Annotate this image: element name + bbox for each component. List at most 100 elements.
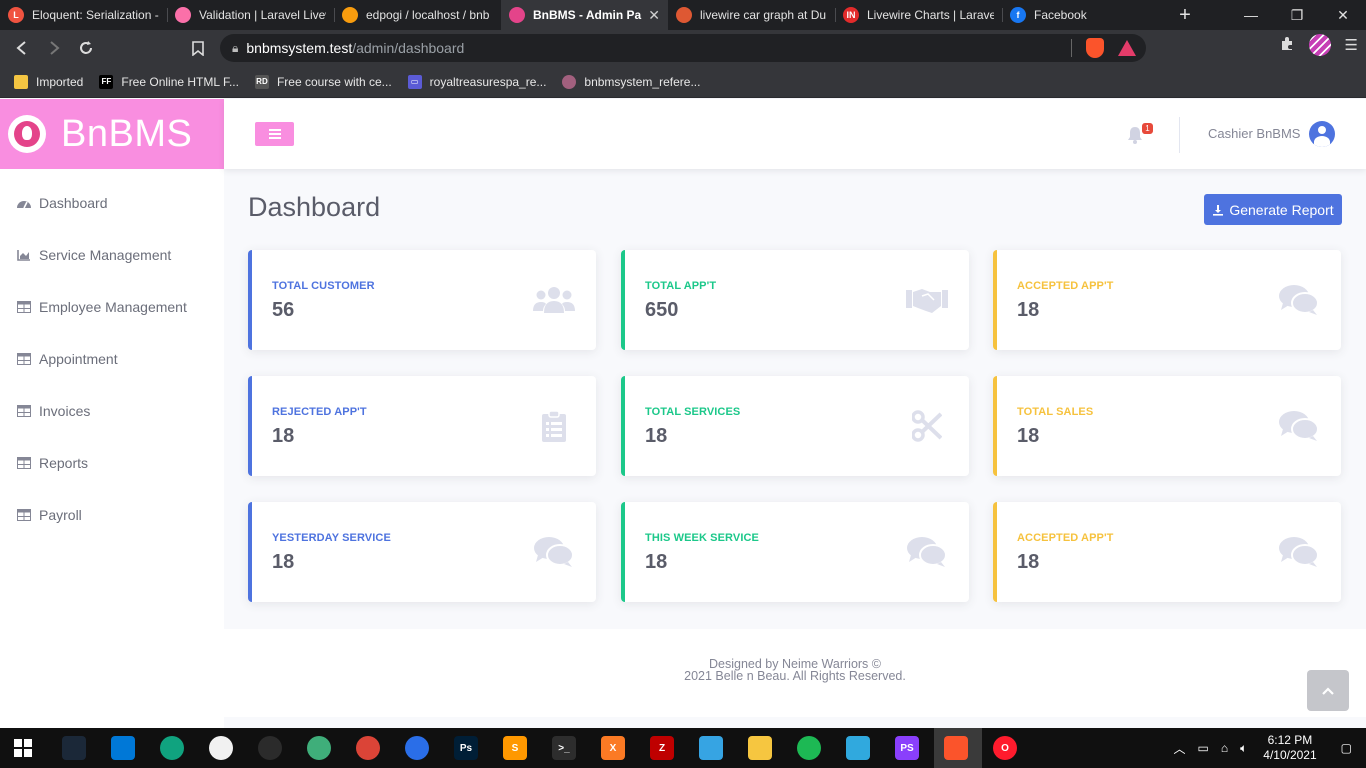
chart-area-icon <box>16 249 32 261</box>
windows-start-icon[interactable] <box>14 739 32 757</box>
generate-report-label: Generate Report <box>1229 201 1334 218</box>
stat-card-label: ACCEPTED APP'T <box>1017 280 1114 292</box>
bookmark-item[interactable]: Imported <box>14 74 83 89</box>
phpstorm-icon[interactable]: PS <box>895 736 919 760</box>
xampp-icon[interactable]: X <box>601 736 625 760</box>
browser-tab[interactable]: Validation | Laravel Livew <box>167 0 334 30</box>
battery-icon[interactable]: ▭ <box>1197 741 1208 755</box>
tab-title: Livewire Charts | Laravel <box>867 8 994 22</box>
stat-card: ACCEPTED APP'T 18 <box>993 250 1341 350</box>
tab-favicon-icon <box>342 7 358 23</box>
git-icon[interactable] <box>307 736 331 760</box>
tab-list: L Eloquent: Serialization - Validation | L… <box>0 0 1169 30</box>
clock[interactable]: 6:12 PM 4/10/2021 <box>1263 733 1316 763</box>
footer: Designed by Neime Warriors © 2021 Belle … <box>224 629 1366 717</box>
bookmark-favicon-icon <box>562 74 577 89</box>
chrome-icon[interactable] <box>356 736 380 760</box>
reload-icon[interactable] <box>70 32 102 64</box>
teams-icon[interactable] <box>846 736 870 760</box>
scroll-to-top-button[interactable] <box>1307 670 1349 711</box>
stat-card-label: TOTAL SERVICES <box>645 406 741 418</box>
sidebar-item-appointment[interactable]: Appointment <box>0 333 224 385</box>
chatgpt-icon[interactable] <box>160 736 184 760</box>
opera-icon[interactable]: O <box>993 736 1017 760</box>
sidebar-item-payroll[interactable]: Payroll <box>0 489 224 541</box>
menu-icon[interactable]: ☰ <box>1345 36 1358 54</box>
sidebar-item-invoices[interactable]: Invoices <box>0 385 224 437</box>
spotify-icon[interactable] <box>797 736 821 760</box>
browser-tab[interactable]: f Facebook <box>1002 0 1169 30</box>
users-icon <box>532 283 576 317</box>
tray-chevron-icon[interactable]: ︿ <box>1173 740 1185 757</box>
stat-card: YESTERDAY SERVICE 18 <box>248 502 596 602</box>
toolbar-right: ☰ <box>1279 34 1358 56</box>
user-name[interactable]: Cashier BnBMS <box>1208 126 1300 141</box>
steam-icon[interactable] <box>62 736 86 760</box>
browser-toolbar: 🔒︎ bnbmsystem.test/admin/dashboard ☰ <box>0 30 1366 66</box>
bookmark-item[interactable]: FF Free Online HTML F... <box>99 74 239 89</box>
sidebar-item-label: Service Management <box>39 247 172 263</box>
firefox-icon[interactable] <box>405 736 429 760</box>
sidebar-item-reports[interactable]: Reports <box>0 437 224 489</box>
obs-icon[interactable] <box>258 736 282 760</box>
sidebar-item-label: Employee Management <box>39 299 187 315</box>
table-icon <box>16 405 32 417</box>
browser-tab[interactable]: L Eloquent: Serialization - <box>0 0 167 30</box>
volume-icon[interactable]: 🔈︎ <box>1240 741 1247 756</box>
restore-icon[interactable]: ❐ <box>1274 0 1320 30</box>
browser-tab[interactable]: livewire car graph at Du <box>668 0 835 30</box>
notifications-icon[interactable]: ▢ <box>1341 741 1352 755</box>
comments-icon <box>1277 409 1321 443</box>
bookmark-item[interactable]: bnbmsystem_refere... <box>562 74 700 89</box>
bookmark-item[interactable]: ▭ royaltreasurespa_re... <box>407 74 546 89</box>
brave-rewards-icon[interactable] <box>1118 40 1136 56</box>
profile-avatar-icon[interactable] <box>1308 34 1331 56</box>
app-icon[interactable] <box>699 736 723 760</box>
new-tab-button[interactable]: + <box>1171 0 1199 30</box>
forward-icon[interactable] <box>38 32 70 64</box>
user-avatar-icon[interactable] <box>1309 121 1335 147</box>
network-icon[interactable]: ⌂ <box>1221 741 1228 755</box>
emoji-icon[interactable] <box>209 736 233 760</box>
stat-card-value: 18 <box>1017 425 1040 447</box>
omnibox-actions <box>1071 38 1136 58</box>
sidebar-item-service-management[interactable]: Service Management <box>0 229 224 281</box>
bookmark-item[interactable]: RD Free course with ce... <box>254 74 392 89</box>
tab-close-icon[interactable]: ✕ <box>648 7 660 24</box>
address-bar[interactable]: 🔒︎ bnbmsystem.test/admin/dashboard <box>220 34 1146 62</box>
file-explorer-icon[interactable] <box>748 736 772 760</box>
generate-report-button[interactable]: Generate Report <box>1204 194 1342 225</box>
brave-icon[interactable] <box>944 736 968 760</box>
vscode-icon[interactable] <box>111 736 135 760</box>
stat-card-label: YESTERDAY SERVICE <box>272 532 391 544</box>
browser-tab[interactable]: edpogi / localhost / bnb <box>334 0 501 30</box>
filezilla-icon[interactable]: Z <box>650 736 674 760</box>
windows-taskbar: Ps S >_ X Z PS O ︿ ▭ ⌂ 🔈︎ 6:12 PM 4/10/2021 ▢ <box>0 728 1366 768</box>
minimize-icon[interactable]: — <box>1228 0 1274 30</box>
stat-card-label: THIS WEEK SERVICE <box>645 532 759 544</box>
table-icon <box>16 509 32 521</box>
extensions-icon[interactable] <box>1279 35 1295 55</box>
close-window-icon[interactable]: ✕ <box>1320 0 1366 30</box>
photoshop-icon[interactable]: Ps <box>454 736 478 760</box>
sublime-icon[interactable]: S <box>503 736 527 760</box>
bookmark-icon[interactable] <box>182 32 214 64</box>
bookmark-label: Free course with ce... <box>276 74 392 89</box>
tab-favicon-icon: IN <box>843 7 859 23</box>
stat-card: ACCEPTED APP'T 18 <box>993 502 1341 602</box>
brave-shields-icon[interactable] <box>1086 38 1104 58</box>
window-controls: — ❐ ✕ <box>1228 0 1366 30</box>
terminal-icon[interactable]: >_ <box>552 736 576 760</box>
back-icon[interactable] <box>6 32 38 64</box>
browser-tab[interactable]: BnBMS - Admin Pa ✕ <box>501 0 668 30</box>
brand[interactable]: BnBMS <box>0 99 224 169</box>
sidebar-item-employee-management[interactable]: Employee Management <box>0 281 224 333</box>
tab-title: edpogi / localhost / bnb <box>366 8 490 22</box>
stat-card-label: TOTAL SALES <box>1017 406 1094 418</box>
stat-card-value: 18 <box>272 425 295 447</box>
brand-name: BnBMS <box>61 112 193 155</box>
topbar-divider <box>1179 117 1180 153</box>
sidebar-toggle-button[interactable] <box>255 122 294 146</box>
browser-tab[interactable]: IN Livewire Charts | Laravel <box>835 0 1002 30</box>
sidebar-item-dashboard[interactable]: Dashboard <box>0 177 224 229</box>
